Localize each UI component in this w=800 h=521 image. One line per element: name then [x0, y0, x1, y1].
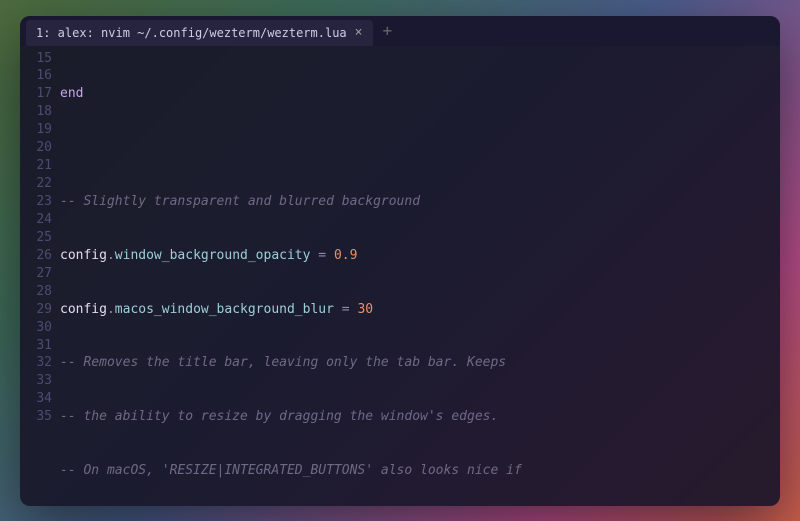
keyword: end [60, 86, 83, 101]
line-number: 35 [20, 408, 52, 426]
line-number: 31 [20, 337, 52, 355]
tab-bar: 1: alex: nvim ~/.config/wezterm/wezterm.… [20, 16, 780, 46]
line-number: 19 [20, 121, 52, 139]
comment: -- Slightly transparent and blurred back… [60, 194, 420, 209]
new-tab-button[interactable]: + [373, 23, 403, 39]
line-number: 20 [20, 139, 52, 157]
line-number: 24 [20, 211, 52, 229]
line-number: 25 [20, 229, 52, 247]
line-number: 32 [20, 354, 52, 372]
close-icon[interactable]: × [355, 26, 363, 39]
terminal-window: 1: alex: nvim ~/.config/wezterm/wezterm.… [20, 16, 780, 506]
line-number-gutter: 1516171819202122232425262728293031323334… [20, 50, 60, 506]
line-number: 22 [20, 175, 52, 193]
line-number: 21 [20, 157, 52, 175]
line-number: 26 [20, 247, 52, 265]
line-number: 27 [20, 265, 52, 283]
line-number: 16 [20, 67, 52, 85]
tab-active[interactable]: 1: alex: nvim ~/.config/wezterm/wezterm.… [26, 20, 373, 46]
line-number: 28 [20, 283, 52, 301]
line-number: 15 [20, 50, 52, 68]
line-number: 33 [20, 372, 52, 390]
line-number: 17 [20, 85, 52, 103]
line-number: 23 [20, 193, 52, 211]
line-number: 34 [20, 390, 52, 408]
line-number: 30 [20, 319, 52, 337]
line-number: 29 [20, 301, 52, 319]
line-number: 18 [20, 103, 52, 121]
code-pane[interactable]: end -- Slightly transparent and blurred … [60, 50, 780, 506]
editor-area[interactable]: 1516171819202122232425262728293031323334… [20, 46, 780, 506]
tab-title: 1: alex: nvim ~/.config/wezterm/wezterm.… [36, 26, 347, 40]
